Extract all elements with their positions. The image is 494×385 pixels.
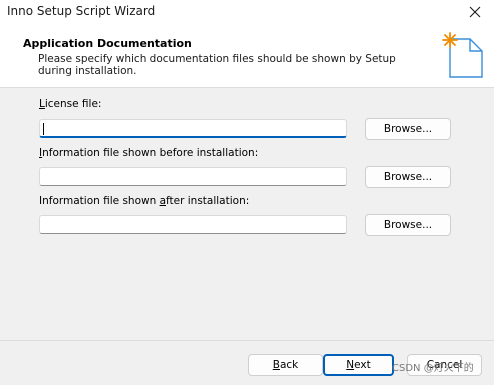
page-subtitle: Please specify which documentation files…	[38, 53, 396, 77]
label-text: nformation file shown before installatio…	[42, 147, 259, 159]
back-label: ack	[279, 359, 299, 371]
info-before-input[interactable]	[40, 168, 346, 185]
license-file-field[interactable]	[39, 119, 347, 138]
back-accelerator: B	[272, 359, 280, 371]
info-after-label: Information file shown after installatio…	[39, 195, 249, 207]
info-after-input[interactable]	[40, 216, 346, 233]
document-icon	[442, 32, 483, 78]
info-after-field[interactable]	[39, 215, 347, 234]
info-before-browse-button[interactable]: Browse...	[365, 166, 451, 188]
info-before-field[interactable]	[39, 167, 347, 186]
license-file-input[interactable]	[40, 120, 346, 136]
label-text: fter installation:	[166, 195, 250, 207]
page-title: Application Documentation	[23, 37, 192, 50]
next-button[interactable]: Next	[323, 354, 394, 376]
license-browse-button[interactable]: Browse...	[365, 118, 451, 140]
next-accelerator: N	[346, 359, 355, 371]
window-title: Inno Setup Script Wizard	[7, 4, 156, 18]
back-button[interactable]: Back	[248, 354, 323, 376]
close-icon[interactable]	[462, 1, 488, 22]
license-file-label: License file:	[39, 98, 101, 110]
wizard-header: Application Documentation Please specify…	[0, 23, 494, 88]
info-after-browse-button[interactable]: Browse...	[365, 214, 451, 236]
title-bar: Inno Setup Script Wizard	[0, 0, 494, 23]
label-text: icense file:	[44, 98, 102, 110]
watermark: CSDN @灯火下的	[392, 363, 474, 374]
next-label: ext	[354, 359, 371, 371]
info-before-label: Information file shown before installati…	[39, 147, 258, 159]
label-text: Information file shown	[39, 195, 160, 207]
text-caret	[43, 123, 44, 135]
